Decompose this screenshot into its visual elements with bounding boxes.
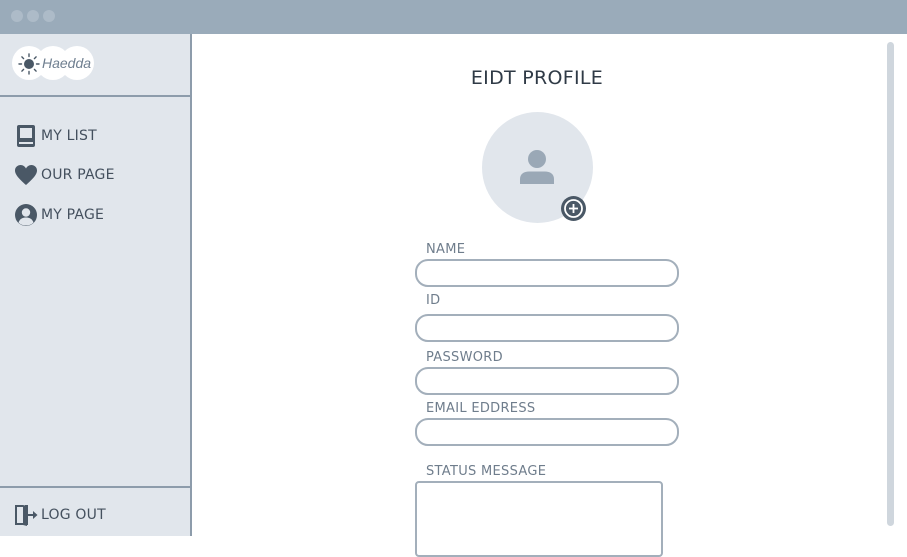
sidebar-item-label: MY PAGE bbox=[41, 207, 105, 223]
sun-icon bbox=[18, 53, 40, 75]
logout-door-icon bbox=[14, 503, 38, 527]
main-content: EIDT PROFILE NAME ID PASSWORD EMAIL EDDR… bbox=[192, 34, 907, 557]
user-avatar-icon bbox=[520, 150, 554, 184]
logo-text: Haedda bbox=[42, 55, 92, 71]
window-titlebar bbox=[0, 0, 907, 34]
heart-icon bbox=[14, 163, 38, 187]
name-field-label: NAME bbox=[426, 242, 466, 257]
logout-label: LOG OUT bbox=[41, 507, 106, 523]
logout-section: LOG OUT bbox=[0, 486, 190, 538]
sidebar-item-my-page[interactable]: MY PAGE bbox=[14, 202, 104, 228]
window-minimize-button[interactable] bbox=[27, 10, 39, 22]
logout-button[interactable]: LOG OUT bbox=[14, 502, 106, 528]
sidebar: Haedda MY LIST OUR PAGE MY PAGE LOG OUT bbox=[0, 34, 192, 536]
status-message-label: STATUS MESSAGE bbox=[426, 464, 547, 479]
id-input[interactable] bbox=[415, 314, 679, 342]
scrollbar[interactable] bbox=[887, 42, 894, 526]
status-message-textarea[interactable] bbox=[415, 481, 663, 557]
password-input[interactable] bbox=[415, 367, 679, 395]
window-maximize-button[interactable] bbox=[43, 10, 55, 22]
book-icon bbox=[14, 124, 38, 148]
add-photo-button[interactable] bbox=[561, 196, 586, 221]
sidebar-item-our-page[interactable]: OUR PAGE bbox=[14, 162, 115, 188]
password-field-label: PASSWORD bbox=[426, 350, 503, 365]
logo[interactable]: Haedda bbox=[0, 34, 190, 97]
email-field-label: EMAIL EDDRESS bbox=[426, 401, 536, 416]
sidebar-item-label: MY LIST bbox=[41, 128, 97, 144]
user-circle-icon bbox=[14, 203, 38, 227]
sidebar-item-my-list[interactable]: MY LIST bbox=[14, 123, 97, 149]
name-input[interactable] bbox=[415, 259, 679, 287]
id-field-label: ID bbox=[426, 293, 441, 308]
page-title: EIDT PROFILE bbox=[470, 67, 604, 89]
email-input[interactable] bbox=[415, 418, 679, 446]
sidebar-item-label: OUR PAGE bbox=[41, 167, 115, 183]
plus-circle-icon bbox=[564, 199, 583, 218]
window-close-button[interactable] bbox=[11, 10, 23, 22]
